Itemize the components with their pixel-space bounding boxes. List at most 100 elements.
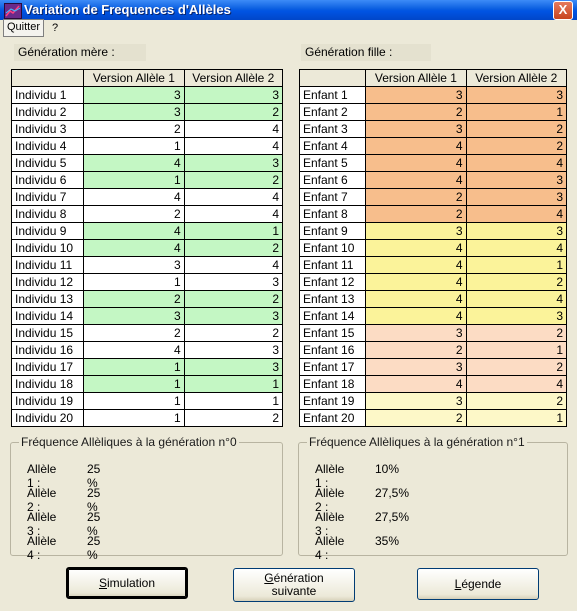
row-header: Enfant 10 — [299, 239, 367, 257]
row-header: Individu 11 — [11, 256, 85, 274]
allele-1-cell[interactable]: 4 — [365, 375, 467, 393]
allele-1-cell[interactable]: 1 — [83, 409, 185, 427]
allele-1-cell[interactable]: 3 — [83, 256, 185, 274]
allele-2-cell[interactable]: 2 — [466, 358, 568, 376]
allele-1-cell[interactable]: 4 — [365, 171, 467, 189]
allele-2-cell[interactable]: 1 — [466, 409, 568, 427]
allele-1-cell[interactable]: 1 — [83, 137, 185, 155]
allele-1-cell[interactable]: 1 — [83, 392, 185, 410]
allele-label: Allèle 4 : — [315, 534, 345, 562]
allele-2-cell[interactable]: 2 — [184, 239, 284, 257]
allele-1-cell[interactable]: 3 — [365, 222, 467, 240]
allele-2-cell[interactable]: 3 — [466, 307, 568, 325]
allele-1-cell[interactable]: 4 — [83, 188, 185, 206]
allele-2-cell[interactable]: 1 — [466, 103, 568, 121]
allele-1-cell[interactable]: 1 — [83, 273, 185, 291]
allele-1-cell[interactable]: 1 — [83, 358, 185, 376]
allele-2-cell[interactable]: 2 — [184, 324, 284, 342]
allele-1-cell[interactable]: 4 — [365, 154, 467, 172]
allele-2-cell[interactable]: 3 — [466, 188, 568, 206]
allele-2-cell[interactable]: 3 — [466, 171, 568, 189]
allele-2-cell[interactable]: 4 — [466, 154, 568, 172]
allele-2-cell[interactable]: 3 — [184, 86, 284, 104]
row-header: Enfant 4 — [299, 137, 367, 155]
child-generation-label: Génération fille : — [301, 44, 431, 61]
allele-1-cell[interactable]: 4 — [83, 341, 185, 359]
allele-2-cell[interactable]: 4 — [184, 120, 284, 138]
allele-2-cell[interactable]: 1 — [184, 392, 284, 410]
allele-2-cell[interactable]: 2 — [184, 171, 284, 189]
allele-2-cell[interactable]: 2 — [184, 409, 284, 427]
simulation-label: imulation — [106, 575, 156, 590]
allele-1-cell[interactable]: 3 — [365, 86, 467, 104]
table-row: Individu 18 1 1 — [11, 375, 284, 393]
allele-1-cell[interactable]: 2 — [83, 324, 185, 342]
allele-1-cell[interactable]: 2 — [83, 205, 185, 223]
allele-1-cell[interactable]: 4 — [365, 290, 467, 308]
allele-1-cell[interactable]: 3 — [83, 307, 185, 325]
allele-2-cell[interactable]: 3 — [184, 154, 284, 172]
allele-1-cell[interactable]: 4 — [83, 154, 185, 172]
allele-1-cell[interactable]: 4 — [365, 307, 467, 325]
allele-1-cell[interactable]: 4 — [83, 239, 185, 257]
allele-2-cell[interactable]: 2 — [466, 273, 568, 291]
table-row: Individu 941 — [11, 222, 284, 240]
allele-2-cell[interactable]: 2 — [184, 103, 284, 121]
table-row: Enfant 332 — [299, 120, 568, 138]
allele-1-cell[interactable]: 2 — [83, 290, 185, 308]
allele-2-cell[interactable]: 3 — [184, 358, 284, 376]
column-header-allele-1: Version Allèle 1 — [83, 69, 185, 87]
allele-1-cell[interactable]: 3 — [83, 86, 185, 104]
allele-1-cell[interactable]: 2 — [83, 120, 185, 138]
allele-1-cell[interactable]: 1 — [83, 375, 185, 393]
allele-2-cell[interactable]: 4 — [466, 239, 568, 257]
allele-1-cell[interactable]: 4 — [365, 137, 467, 155]
allele-2-cell[interactable]: 3 — [184, 273, 284, 291]
help-menu[interactable]: ? — [52, 22, 58, 34]
row-header: Enfant 6 — [299, 171, 367, 189]
allele-1-cell[interactable]: 4 — [365, 256, 467, 274]
legend-button[interactable]: Légende — [417, 568, 539, 600]
row-header: Enfant 5 — [299, 154, 367, 172]
allele-2-cell[interactable]: 4 — [466, 290, 568, 308]
allele-2-cell[interactable]: 3 — [466, 222, 568, 240]
allele-1-cell[interactable]: 3 — [83, 103, 185, 121]
allele-1-cell[interactable]: 3 — [365, 324, 467, 342]
allele-2-cell[interactable]: 4 — [184, 205, 284, 223]
allele-1-cell[interactable]: 4 — [83, 222, 185, 240]
allele-1-cell[interactable]: 1 — [83, 171, 185, 189]
allele-2-cell[interactable]: 2 — [466, 324, 568, 342]
allele-2-cell[interactable]: 4 — [466, 205, 568, 223]
allele-1-cell[interactable]: 3 — [365, 358, 467, 376]
allele-2-cell[interactable]: 1 — [184, 222, 284, 240]
allele-2-cell[interactable]: 1 — [184, 375, 284, 393]
allele-2-cell[interactable]: 2 — [184, 290, 284, 308]
allele-2-cell[interactable]: 4 — [184, 188, 284, 206]
allele-1-cell[interactable]: 2 — [365, 188, 467, 206]
quit-button[interactable]: Quitter — [3, 19, 44, 37]
allele-2-cell[interactable]: 1 — [466, 341, 568, 359]
allele-1-cell[interactable]: 2 — [365, 341, 467, 359]
child-table: Version Allèle 1 Version Allèle 2 Enfant… — [299, 69, 568, 427]
allele-1-cell[interactable]: 4 — [365, 239, 467, 257]
allele-2-cell[interactable]: 3 — [466, 86, 568, 104]
allele-2-cell[interactable]: 2 — [466, 392, 568, 410]
allele-2-cell[interactable]: 4 — [466, 375, 568, 393]
allele-2-cell[interactable]: 2 — [466, 137, 568, 155]
allele-2-cell[interactable]: 3 — [184, 307, 284, 325]
allele-2-cell[interactable]: 3 — [184, 341, 284, 359]
allele-2-cell[interactable]: 4 — [184, 256, 284, 274]
allele-1-cell[interactable]: 3 — [365, 120, 467, 138]
next-generation-button[interactable]: Génération suivante — [233, 568, 355, 602]
allele-2-cell[interactable]: 1 — [466, 256, 568, 274]
allele-1-cell[interactable]: 3 — [365, 392, 467, 410]
allele-1-cell[interactable]: 4 — [365, 273, 467, 291]
allele-1-cell[interactable]: 2 — [365, 103, 467, 121]
allele-1-cell[interactable]: 2 — [365, 409, 467, 427]
row-header: Enfant 18 — [299, 375, 367, 393]
simulation-button[interactable]: Simulation — [66, 567, 188, 599]
allele-2-cell[interactable]: 4 — [184, 137, 284, 155]
close-button[interactable]: X — [553, 1, 573, 20]
allele-1-cell[interactable]: 2 — [365, 205, 467, 223]
allele-2-cell[interactable]: 2 — [466, 120, 568, 138]
